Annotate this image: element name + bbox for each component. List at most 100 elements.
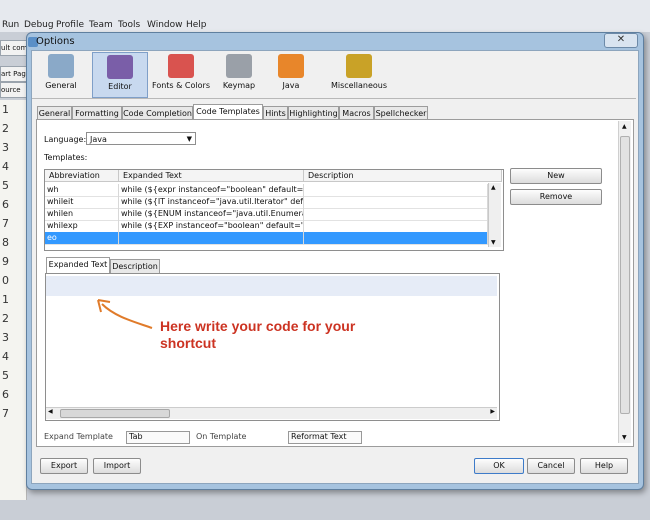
curved-arrow-icon: [97, 299, 153, 329]
on-template-expansion-value: Reformat Text: [291, 432, 347, 441]
tab-description[interactable]: Description: [110, 259, 160, 273]
line-number: 9: [2, 255, 9, 268]
table-cell-abbreviation: whileit: [45, 196, 119, 208]
scroll-left-icon[interactable]: ◀: [48, 408, 53, 415]
table-cell-description: [304, 220, 488, 232]
annotation-text: Here write your code for your shortcut: [160, 318, 356, 351]
category-editor[interactable]: Editor: [92, 52, 148, 98]
table-cell-abbreviation: whilexp: [45, 220, 119, 232]
ok-button[interactable]: OK: [474, 458, 524, 474]
table-cell-description: [304, 208, 488, 220]
table-cell-description: [304, 196, 488, 208]
tab-macros[interactable]: Macros: [339, 106, 374, 120]
ide-menu-team[interactable]: Team: [89, 20, 113, 30]
table-scrollbar[interactable]: ▲ ▼: [488, 183, 501, 247]
tab-highlighting[interactable]: Highlighting: [288, 106, 339, 120]
language-value: Java: [90, 135, 107, 144]
tab-general[interactable]: General: [37, 106, 72, 120]
dialog-title: Options: [36, 36, 75, 47]
close-button[interactable]: ✕: [604, 33, 638, 48]
cancel-button[interactable]: Cancel: [527, 458, 575, 474]
import-button[interactable]: Import: [93, 458, 141, 474]
export-button[interactable]: Export: [40, 458, 88, 474]
chevron-down-icon: ▼: [186, 135, 192, 143]
line-number: 4: [2, 160, 9, 173]
category-label: Miscellaneous: [330, 81, 388, 90]
ide-line-gutter: 1 2 3 4 5 6 7 8 9 0 1 2 3 4 5 6 7: [0, 100, 27, 500]
line-number: 0: [2, 274, 9, 287]
line-number: 1: [2, 293, 9, 306]
expand-template-select[interactable]: Tab: [126, 431, 190, 444]
tab-formatting[interactable]: Formatting: [72, 106, 122, 120]
expand-template-label: Expand Template on:: [44, 432, 113, 442]
ide-menu-window[interactable]: Window: [147, 20, 183, 30]
column-header-expanded-text[interactable]: Expanded Text: [119, 170, 304, 182]
tab-code-templates[interactable]: Code Templates: [193, 104, 263, 120]
line-number: 3: [2, 141, 9, 154]
scroll-up-icon[interactable]: ▲: [622, 123, 627, 130]
category-fonts-colors[interactable]: Fonts & Colors: [150, 52, 212, 96]
category-keymap[interactable]: Keymap: [214, 52, 264, 96]
tab-code-completion[interactable]: Code Completion: [122, 106, 193, 120]
category-label: General: [45, 81, 77, 90]
table-cell-description: [304, 232, 488, 244]
table-cell-abbreviation: eo: [45, 232, 119, 244]
line-number: 1: [2, 103, 9, 116]
general-icon: [48, 54, 74, 78]
ide-side-tabs: ult com art Pag ource: [0, 40, 30, 100]
line-number: 5: [2, 179, 9, 192]
line-number: 8: [2, 236, 9, 249]
scroll-down-icon[interactable]: ▼: [491, 239, 496, 246]
category-java[interactable]: Java: [268, 52, 314, 96]
line-number: 5: [2, 369, 9, 382]
tab-expanded-text[interactable]: Expanded Text: [46, 257, 110, 273]
ide-menu-run[interactable]: Run: [2, 20, 19, 30]
table-cell-expanded-text: while (${IT instanceof="java.util.Iterat…: [121, 196, 304, 208]
scroll-up-icon[interactable]: ▲: [491, 184, 496, 191]
line-number: 3: [2, 331, 9, 344]
language-label: Language:: [44, 135, 87, 144]
help-button[interactable]: Help: [580, 458, 628, 474]
table-cell-description: [304, 184, 488, 196]
new-button[interactable]: New: [510, 168, 602, 184]
scroll-down-icon[interactable]: ▼: [622, 434, 627, 441]
ide-menu-debug[interactable]: Debug: [24, 20, 54, 30]
on-template-expansion-select[interactable]: Reformat Text: [288, 431, 362, 444]
table-cell-abbreviation: wh: [45, 184, 119, 196]
ide-menu-profile[interactable]: Profile: [56, 20, 84, 30]
line-number: 2: [2, 122, 9, 135]
remove-button[interactable]: Remove: [510, 189, 602, 205]
scroll-right-icon[interactable]: ▶: [490, 408, 495, 415]
tab-hints[interactable]: Hints: [263, 106, 288, 120]
tab-spellchecker[interactable]: Spellchecker: [374, 106, 428, 120]
miscellaneous-icon: [346, 54, 372, 78]
category-miscellaneous[interactable]: Miscellaneous: [326, 52, 392, 96]
table-cell-expanded-text: while (${expr instanceof="boolean" defau…: [121, 184, 304, 196]
category-general[interactable]: General: [38, 52, 84, 96]
panel-scroll-thumb[interactable]: [620, 136, 630, 414]
java-icon: [278, 54, 304, 78]
line-number: 6: [2, 198, 9, 211]
toolbar-divider: [32, 98, 636, 99]
column-header-abbreviation[interactable]: Abbreviation: [45, 170, 119, 182]
ide-menu-help[interactable]: Help: [186, 20, 207, 30]
table-cell-expanded-text: while (${EXP instanceof="boolean" defaul…: [121, 220, 304, 232]
line-number: 6: [2, 388, 9, 401]
editor-icon: [107, 55, 133, 79]
category-label: Fonts & Colors: [152, 81, 210, 90]
category-label: Editor: [108, 82, 132, 91]
line-number: 7: [2, 407, 9, 420]
ide-menu-tools[interactable]: Tools: [118, 20, 140, 30]
keymap-icon: [226, 54, 252, 78]
language-select[interactable]: Java ▼: [86, 132, 196, 145]
line-number: 4: [2, 350, 9, 363]
table-row[interactable]: eo: [45, 232, 488, 245]
horizontal-scroll-thumb[interactable]: [60, 409, 170, 418]
category-label: Java: [282, 81, 300, 90]
column-header-description[interactable]: Description: [304, 170, 502, 182]
line-number: 2: [2, 312, 9, 325]
table-cell-expanded-text: [119, 232, 304, 244]
ide-menubar: Run Debug Profile Team Tools Window Help: [0, 0, 650, 32]
table-cell-expanded-text: while (${ENUM instanceof="java.util.Enum…: [121, 208, 304, 220]
line-number: 7: [2, 217, 9, 230]
